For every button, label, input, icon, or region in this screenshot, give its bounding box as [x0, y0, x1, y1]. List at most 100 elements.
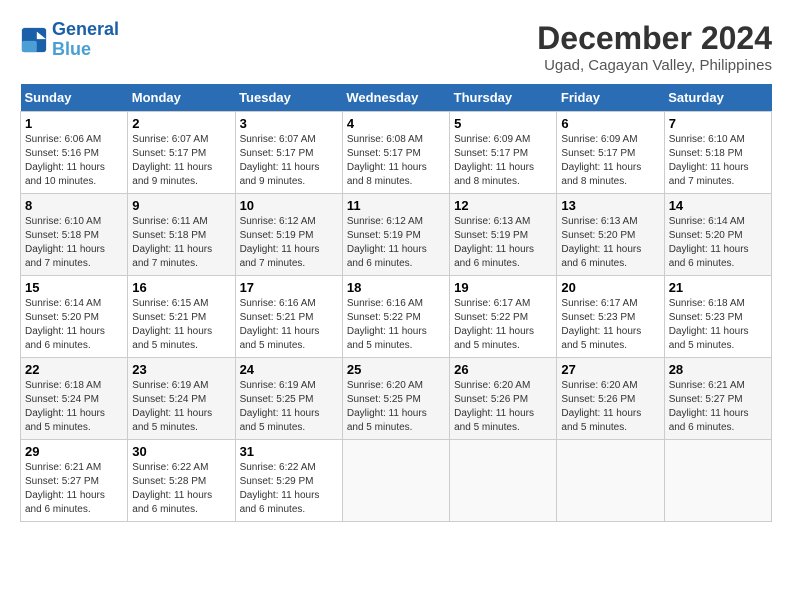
- day-info: Sunrise: 6:20 AM Sunset: 5:26 PM Dayligh…: [561, 379, 659, 435]
- calendar-cell: [557, 440, 664, 522]
- day-info: Sunrise: 6:09 AM Sunset: 5:17 PM Dayligh…: [454, 133, 552, 189]
- calendar-cell: 17 Sunrise: 6:16 AM Sunset: 5:21 PM Dayl…: [235, 276, 342, 358]
- day-info: Sunrise: 6:08 AM Sunset: 5:17 PM Dayligh…: [347, 133, 445, 189]
- calendar-cell: 18 Sunrise: 6:16 AM Sunset: 5:22 PM Dayl…: [342, 276, 449, 358]
- day-number: 21: [669, 280, 767, 295]
- day-number: 16: [132, 280, 230, 295]
- calendar-cell: 9 Sunrise: 6:11 AM Sunset: 5:18 PM Dayli…: [128, 194, 235, 276]
- day-info: Sunrise: 6:07 AM Sunset: 5:17 PM Dayligh…: [240, 133, 338, 189]
- calendar-week-2: 8 Sunrise: 6:10 AM Sunset: 5:18 PM Dayli…: [21, 194, 772, 276]
- calendar-cell: 14 Sunrise: 6:14 AM Sunset: 5:20 PM Dayl…: [664, 194, 771, 276]
- calendar-cell: 7 Sunrise: 6:10 AM Sunset: 5:18 PM Dayli…: [664, 112, 771, 194]
- day-info: Sunrise: 6:13 AM Sunset: 5:19 PM Dayligh…: [454, 215, 552, 271]
- calendar-cell: 19 Sunrise: 6:17 AM Sunset: 5:22 PM Dayl…: [450, 276, 557, 358]
- day-number: 30: [132, 444, 230, 459]
- day-info: Sunrise: 6:18 AM Sunset: 5:24 PM Dayligh…: [25, 379, 123, 435]
- calendar-cell: 26 Sunrise: 6:20 AM Sunset: 5:26 PM Dayl…: [450, 358, 557, 440]
- calendar-header-wednesday: Wednesday: [342, 84, 449, 112]
- calendar-header-row: SundayMondayTuesdayWednesdayThursdayFrid…: [21, 84, 772, 112]
- page-title: December 2024: [537, 20, 772, 57]
- day-info: Sunrise: 6:20 AM Sunset: 5:25 PM Dayligh…: [347, 379, 445, 435]
- day-number: 2: [132, 116, 230, 131]
- day-number: 4: [347, 116, 445, 131]
- calendar-cell: 24 Sunrise: 6:19 AM Sunset: 5:25 PM Dayl…: [235, 358, 342, 440]
- calendar-cell: 28 Sunrise: 6:21 AM Sunset: 5:27 PM Dayl…: [664, 358, 771, 440]
- day-info: Sunrise: 6:10 AM Sunset: 5:18 PM Dayligh…: [25, 215, 123, 271]
- logo-line1: General: [52, 19, 119, 39]
- day-number: 8: [25, 198, 123, 213]
- day-info: Sunrise: 6:21 AM Sunset: 5:27 PM Dayligh…: [669, 379, 767, 435]
- day-info: Sunrise: 6:14 AM Sunset: 5:20 PM Dayligh…: [669, 215, 767, 271]
- calendar-cell: 30 Sunrise: 6:22 AM Sunset: 5:28 PM Dayl…: [128, 440, 235, 522]
- calendar-cell: 15 Sunrise: 6:14 AM Sunset: 5:20 PM Dayl…: [21, 276, 128, 358]
- day-number: 1: [25, 116, 123, 131]
- day-number: 29: [25, 444, 123, 459]
- calendar-cell: 16 Sunrise: 6:15 AM Sunset: 5:21 PM Dayl…: [128, 276, 235, 358]
- calendar-week-1: 1 Sunrise: 6:06 AM Sunset: 5:16 PM Dayli…: [21, 112, 772, 194]
- calendar-cell: 11 Sunrise: 6:12 AM Sunset: 5:19 PM Dayl…: [342, 194, 449, 276]
- calendar-header-sunday: Sunday: [21, 84, 128, 112]
- calendar-cell: 2 Sunrise: 6:07 AM Sunset: 5:17 PM Dayli…: [128, 112, 235, 194]
- calendar-cell: [664, 440, 771, 522]
- day-number: 31: [240, 444, 338, 459]
- calendar-week-3: 15 Sunrise: 6:14 AM Sunset: 5:20 PM Dayl…: [21, 276, 772, 358]
- calendar-header-friday: Friday: [557, 84, 664, 112]
- day-number: 26: [454, 362, 552, 377]
- calendar-cell: 5 Sunrise: 6:09 AM Sunset: 5:17 PM Dayli…: [450, 112, 557, 194]
- day-info: Sunrise: 6:16 AM Sunset: 5:21 PM Dayligh…: [240, 297, 338, 353]
- day-info: Sunrise: 6:18 AM Sunset: 5:23 PM Dayligh…: [669, 297, 767, 353]
- calendar-table: SundayMondayTuesdayWednesdayThursdayFrid…: [20, 84, 772, 522]
- day-number: 17: [240, 280, 338, 295]
- calendar-cell: 25 Sunrise: 6:20 AM Sunset: 5:25 PM Dayl…: [342, 358, 449, 440]
- day-info: Sunrise: 6:17 AM Sunset: 5:22 PM Dayligh…: [454, 297, 552, 353]
- day-info: Sunrise: 6:09 AM Sunset: 5:17 PM Dayligh…: [561, 133, 659, 189]
- calendar-header-monday: Monday: [128, 84, 235, 112]
- header: General Blue December 2024 Ugad, Cagayan…: [20, 20, 772, 74]
- day-number: 11: [347, 198, 445, 213]
- calendar-cell: [342, 440, 449, 522]
- calendar-cell: 23 Sunrise: 6:19 AM Sunset: 5:24 PM Dayl…: [128, 358, 235, 440]
- day-info: Sunrise: 6:21 AM Sunset: 5:27 PM Dayligh…: [25, 461, 123, 517]
- calendar-cell: 22 Sunrise: 6:18 AM Sunset: 5:24 PM Dayl…: [21, 358, 128, 440]
- day-number: 27: [561, 362, 659, 377]
- calendar-cell: 13 Sunrise: 6:13 AM Sunset: 5:20 PM Dayl…: [557, 194, 664, 276]
- calendar-header-tuesday: Tuesday: [235, 84, 342, 112]
- day-number: 23: [132, 362, 230, 377]
- logo-text: General Blue: [52, 20, 119, 60]
- logo-icon: [20, 26, 48, 54]
- day-number: 28: [669, 362, 767, 377]
- day-info: Sunrise: 6:10 AM Sunset: 5:18 PM Dayligh…: [669, 133, 767, 189]
- day-info: Sunrise: 6:11 AM Sunset: 5:18 PM Dayligh…: [132, 215, 230, 271]
- day-info: Sunrise: 6:19 AM Sunset: 5:25 PM Dayligh…: [240, 379, 338, 435]
- calendar-header-thursday: Thursday: [450, 84, 557, 112]
- calendar-cell: 27 Sunrise: 6:20 AM Sunset: 5:26 PM Dayl…: [557, 358, 664, 440]
- day-info: Sunrise: 6:17 AM Sunset: 5:23 PM Dayligh…: [561, 297, 659, 353]
- day-info: Sunrise: 6:06 AM Sunset: 5:16 PM Dayligh…: [25, 133, 123, 189]
- day-number: 14: [669, 198, 767, 213]
- day-info: Sunrise: 6:19 AM Sunset: 5:24 PM Dayligh…: [132, 379, 230, 435]
- day-info: Sunrise: 6:13 AM Sunset: 5:20 PM Dayligh…: [561, 215, 659, 271]
- day-number: 22: [25, 362, 123, 377]
- calendar-cell: [450, 440, 557, 522]
- calendar-week-5: 29 Sunrise: 6:21 AM Sunset: 5:27 PM Dayl…: [21, 440, 772, 522]
- day-number: 10: [240, 198, 338, 213]
- day-number: 25: [347, 362, 445, 377]
- logo-line2: Blue: [52, 39, 91, 59]
- day-info: Sunrise: 6:22 AM Sunset: 5:28 PM Dayligh…: [132, 461, 230, 517]
- day-number: 7: [669, 116, 767, 131]
- calendar-cell: 4 Sunrise: 6:08 AM Sunset: 5:17 PM Dayli…: [342, 112, 449, 194]
- calendar-cell: 1 Sunrise: 6:06 AM Sunset: 5:16 PM Dayli…: [21, 112, 128, 194]
- page-subtitle: Ugad, Cagayan Valley, Philippines: [537, 57, 772, 74]
- title-area: December 2024 Ugad, Cagayan Valley, Phil…: [537, 20, 772, 74]
- day-number: 15: [25, 280, 123, 295]
- day-info: Sunrise: 6:15 AM Sunset: 5:21 PM Dayligh…: [132, 297, 230, 353]
- day-number: 13: [561, 198, 659, 213]
- calendar-cell: 10 Sunrise: 6:12 AM Sunset: 5:19 PM Dayl…: [235, 194, 342, 276]
- day-number: 6: [561, 116, 659, 131]
- day-number: 9: [132, 198, 230, 213]
- calendar-cell: 21 Sunrise: 6:18 AM Sunset: 5:23 PM Dayl…: [664, 276, 771, 358]
- logo: General Blue: [20, 20, 119, 60]
- day-info: Sunrise: 6:22 AM Sunset: 5:29 PM Dayligh…: [240, 461, 338, 517]
- day-info: Sunrise: 6:20 AM Sunset: 5:26 PM Dayligh…: [454, 379, 552, 435]
- calendar-cell: 3 Sunrise: 6:07 AM Sunset: 5:17 PM Dayli…: [235, 112, 342, 194]
